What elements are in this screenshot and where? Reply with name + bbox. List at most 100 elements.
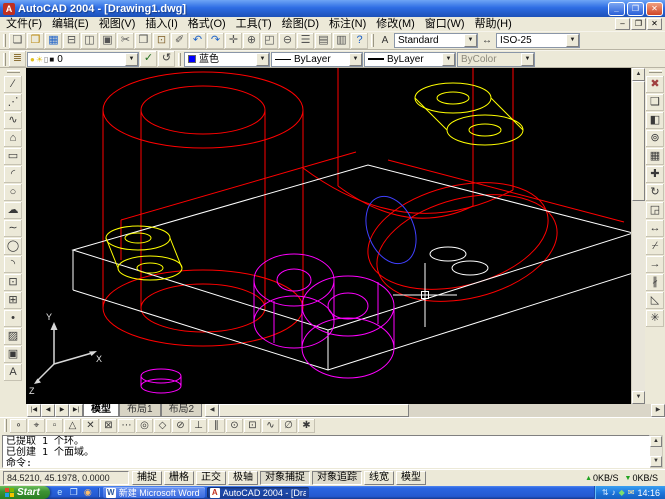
layer-combo[interactable]: ●☀▯■ 0 ▼ <box>27 52 139 67</box>
lineweight-combo[interactable]: ByLayer ▼ <box>364 52 456 67</box>
minimize-button[interactable]: _ <box>608 2 625 16</box>
snap-nearest-icon[interactable]: ∿ <box>262 419 279 433</box>
snap-insert-icon[interactable]: ⊡ <box>244 419 261 433</box>
chevron-down-icon[interactable]: ▼ <box>256 53 269 66</box>
quicklaunch-show-desktop-icon[interactable]: ❐ <box>68 487 80 498</box>
command-scrollbar[interactable]: ▲ ▼ <box>650 435 663 468</box>
snap-none-icon[interactable]: ∅ <box>280 419 297 433</box>
spline-icon[interactable]: ∼ <box>4 220 22 237</box>
point-icon[interactable]: • <box>4 310 22 327</box>
polygon-icon[interactable]: ⌂ <box>4 130 22 147</box>
cut-icon[interactable]: ✂ <box>117 33 134 49</box>
offset-icon[interactable]: ⊚ <box>646 130 664 147</box>
close-button[interactable]: ✕ <box>646 2 663 16</box>
copy-icon[interactable]: ❒ <box>135 33 152 49</box>
start-button[interactable]: Start <box>0 486 50 499</box>
menu-dimension[interactable]: 标注(N) <box>324 17 371 31</box>
make-object-layer-current-icon[interactable]: ✓ <box>140 51 157 67</box>
menu-draw[interactable]: 绘图(D) <box>277 17 324 31</box>
menu-format[interactable]: 格式(O) <box>183 17 231 31</box>
construction-line-icon[interactable]: ⋰ <box>4 94 22 111</box>
scroll-left-button[interactable]: ◀ <box>205 404 219 417</box>
horizontal-scrollbar[interactable]: ◀ ▶ <box>205 404 665 417</box>
scrollbar-track[interactable] <box>409 404 651 417</box>
menu-tools[interactable]: 工具(T) <box>231 17 277 31</box>
pan-icon[interactable]: ✛ <box>225 33 242 49</box>
new-icon[interactable]: ❏ <box>9 33 26 49</box>
tab-model[interactable]: 模型 <box>83 404 119 417</box>
chevron-down-icon[interactable]: ▼ <box>349 53 362 66</box>
open-icon[interactable]: ❐ <box>27 33 44 49</box>
vertical-scrollbar[interactable]: ▲ ▼ <box>631 68 645 404</box>
polyline-icon[interactable]: ∿ <box>4 112 22 129</box>
mdi-restore-button[interactable]: ❐ <box>631 18 646 30</box>
scroll-down-button[interactable]: ▼ <box>632 391 645 404</box>
horizontal-scrollbar-thumb[interactable] <box>219 404 409 417</box>
make-block-icon[interactable]: ⊞ <box>4 292 22 309</box>
snap-apparent-intersection-icon[interactable]: ⊠ <box>100 419 117 433</box>
command-prompt[interactable]: 命令: <box>6 458 646 468</box>
scrollbar-track[interactable] <box>650 447 662 456</box>
menu-help[interactable]: 帮助(H) <box>470 17 517 31</box>
move-icon[interactable]: ✚ <box>646 166 664 183</box>
zoom-previous-icon[interactable]: ⊖ <box>279 33 296 49</box>
tab-layout1[interactable]: 布局1 <box>119 404 161 417</box>
otrack-toggle[interactable]: 对象追踪 <box>312 471 362 485</box>
chevron-down-icon[interactable]: ▼ <box>464 34 477 47</box>
snap-toggle[interactable]: 捕捉 <box>132 471 162 485</box>
scroll-right-button[interactable]: ▶ <box>651 404 665 417</box>
region-icon[interactable]: ▣ <box>4 346 22 363</box>
mdi-minimize-button[interactable]: – <box>615 18 630 30</box>
toolbar-grip[interactable] <box>7 70 20 73</box>
scrollbar-track[interactable] <box>632 201 645 391</box>
stretch-icon[interactable]: ↔ <box>646 220 664 237</box>
designcenter-icon[interactable]: ▤ <box>315 33 332 49</box>
maximize-button[interactable]: ❐ <box>627 2 644 16</box>
copy-object-icon[interactable]: ❑ <box>646 94 664 111</box>
tab-layout2[interactable]: 布局2 <box>161 404 203 417</box>
drawing-area[interactable]: Y X Z <box>26 68 631 404</box>
properties-icon[interactable]: ☰ <box>297 33 314 49</box>
trim-icon[interactable]: ⌿ <box>646 238 664 255</box>
mirror-icon[interactable]: ◧ <box>646 112 664 129</box>
menu-insert[interactable]: 插入(I) <box>140 17 182 31</box>
tool-palettes-icon[interactable]: ▥ <box>333 33 350 49</box>
array-icon[interactable]: ▦ <box>646 148 664 165</box>
temporary-track-point-icon[interactable]: ∘ <box>10 419 27 433</box>
break-icon[interactable]: ∦ <box>646 274 664 291</box>
osnap-toggle[interactable]: 对象捕捉 <box>260 471 310 485</box>
menu-window[interactable]: 窗口(W) <box>420 17 470 31</box>
layer-previous-icon[interactable]: ↺ <box>158 51 175 67</box>
toolbar-grip[interactable] <box>649 70 662 73</box>
undo-icon[interactable]: ↶ <box>189 33 206 49</box>
scroll-down-button[interactable]: ▼ <box>650 456 662 467</box>
ellipse-arc-icon[interactable]: ◝ <box>4 256 22 273</box>
zoom-window-icon[interactable]: ◰ <box>261 33 278 49</box>
revision-cloud-icon[interactable]: ☁ <box>4 202 22 219</box>
hatch-icon[interactable]: ▨ <box>4 328 22 345</box>
help-icon[interactable]: ? <box>351 33 368 49</box>
task-autocad[interactable]: AAutoCAD 2004 - [Dra... <box>207 487 309 498</box>
tab-scroll-last-button[interactable]: ▶| <box>69 404 83 417</box>
snap-midpoint-icon[interactable]: △ <box>64 419 81 433</box>
linetype-combo[interactable]: ByLayer ▼ <box>271 52 363 67</box>
task-word-document[interactable]: W新建 Microsoft Word ... <box>103 487 205 498</box>
snap-intersection-icon[interactable]: ✕ <box>82 419 99 433</box>
polar-toggle[interactable]: 极轴 <box>228 471 258 485</box>
erase-icon[interactable]: ✖ <box>646 76 664 93</box>
paste-icon[interactable]: ⊡ <box>153 33 170 49</box>
menu-edit[interactable]: 编辑(E) <box>47 17 94 31</box>
ortho-toggle[interactable]: 正交 <box>196 471 226 485</box>
chevron-down-icon[interactable]: ▼ <box>442 53 455 66</box>
circle-icon[interactable]: ○ <box>4 184 22 201</box>
command-text-area[interactable]: 已提取 1 个环。已创建 1 个面域。 命令: <box>2 435 650 468</box>
color-combo[interactable]: 蓝色 ▼ <box>184 52 270 67</box>
chevron-down-icon[interactable]: ▼ <box>566 34 579 47</box>
extend-icon[interactable]: → <box>646 256 664 273</box>
insert-block-icon[interactable]: ⊡ <box>4 274 22 291</box>
arc-icon[interactable]: ◜ <box>4 166 22 183</box>
snap-extension-icon[interactable]: ⋯ <box>118 419 135 433</box>
zoom-realtime-icon[interactable]: ⊕ <box>243 33 260 49</box>
snap-node-icon[interactable]: ⊙ <box>226 419 243 433</box>
explode-icon[interactable]: ✳ <box>646 310 664 327</box>
